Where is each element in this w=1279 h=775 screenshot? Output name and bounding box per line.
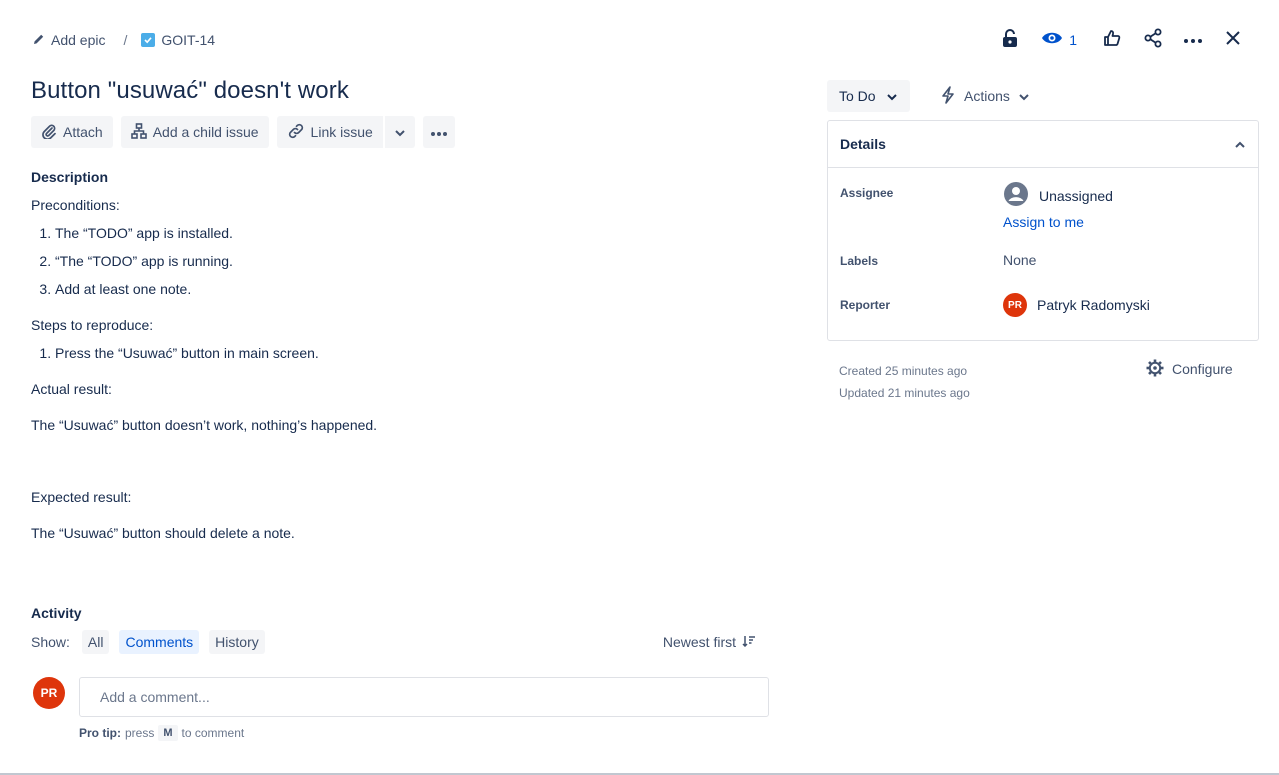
paperclip-icon <box>41 123 57 142</box>
watch-button[interactable]: 1 <box>1041 26 1077 54</box>
configure-label: Configure <box>1172 361 1233 377</box>
issue-timestamps: Created 25 minutes ago Updated 21 minute… <box>839 360 970 404</box>
task-checkbox-icon <box>141 33 156 47</box>
eye-icon <box>1041 30 1063 51</box>
chevron-down-icon <box>394 124 406 140</box>
add-epic-link[interactable]: Add epic <box>33 32 105 48</box>
issue-key-link[interactable]: GOIT-14 <box>141 32 215 48</box>
reporter-label: Reporter <box>840 298 891 312</box>
assignee-value[interactable]: Unassigned <box>1003 181 1113 210</box>
add-epic-label: Add epic <box>51 32 106 48</box>
chevron-up-icon <box>1234 136 1246 152</box>
share-icon <box>1143 28 1163 53</box>
list-item: Add at least one note. <box>55 279 771 299</box>
status-label: To Do <box>839 88 876 104</box>
details-header[interactable]: Details <box>828 121 1258 168</box>
gear-icon <box>1146 359 1164 380</box>
activity-filter-row: Show: All Comments History <box>31 630 265 654</box>
protip-press: press <box>125 726 155 740</box>
issue-key: GOIT-14 <box>161 32 216 48</box>
expected-result-label: Expected result: <box>31 489 132 505</box>
filter-all[interactable]: All <box>81 630 110 654</box>
steps-list: Press the “Usuwać” button in main screen… <box>31 343 771 363</box>
actions-label: Actions <box>964 88 1010 104</box>
steps-label: Steps to reproduce: <box>31 317 154 333</box>
attach-label: Attach <box>63 124 103 140</box>
toolbar-more-button[interactable] <box>422 116 455 148</box>
add-child-issue-button[interactable]: Add a child issue <box>120 116 269 148</box>
protip-key: M <box>158 725 178 741</box>
chevron-down-icon <box>886 88 898 104</box>
actions-dropdown[interactable]: Actions <box>930 80 1040 112</box>
assign-to-me-link[interactable]: Assign to me <box>1003 214 1084 230</box>
protip-label: Pro tip: <box>79 726 121 740</box>
watch-count: 1 <box>1069 32 1077 48</box>
labels-value[interactable]: None <box>1003 252 1036 268</box>
more-horizontal-icon <box>1183 31 1203 49</box>
close-button[interactable] <box>1225 26 1241 54</box>
activity-label: Activity <box>31 605 82 621</box>
hierarchy-icon <box>130 122 147 142</box>
close-icon <box>1225 30 1241 51</box>
pencil-icon <box>33 32 45 48</box>
thumbs-up-icon <box>1103 29 1121 52</box>
pro-tip: Pro tip: press M to comment <box>79 725 244 741</box>
filter-comments[interactable]: Comments <box>119 630 200 654</box>
description-body[interactable]: Preconditions: The “TODO” app is install… <box>31 195 771 543</box>
attach-button[interactable]: Attach <box>31 116 113 148</box>
lightning-icon <box>940 85 956 107</box>
vote-button[interactable] <box>1103 26 1121 54</box>
link-issue-split-button: Link issue <box>276 116 415 148</box>
description-section: Description Preconditions: The “TODO” ap… <box>31 169 771 543</box>
list-item: Press the “Usuwać” button in main screen… <box>55 343 771 363</box>
unlock-icon <box>1001 28 1019 53</box>
avatar: PR <box>1003 293 1027 317</box>
issue-header-actions: 1 <box>987 26 1241 54</box>
link-issue-label: Link issue <box>310 124 373 140</box>
configure-button[interactable]: Configure <box>1146 358 1233 380</box>
sort-label: Newest first <box>662 634 736 650</box>
actual-result-text: The “Usuwać” button doesn’t work, nothin… <box>31 417 378 433</box>
unassigned-avatar-icon <box>1003 181 1029 210</box>
preconditions-label: Preconditions: <box>31 197 120 213</box>
sort-newest-first-button[interactable]: Newest first <box>663 630 756 654</box>
description-label: Description <box>31 169 109 185</box>
show-label: Show: <box>31 634 70 650</box>
comment-input[interactable] <box>79 677 769 717</box>
status-dropdown[interactable]: To Do <box>827 80 910 112</box>
issue-toolbar: Attach Add a child issue Link issue <box>31 116 455 148</box>
avatar: PR <box>33 677 65 709</box>
actual-result-label: Actual result: <box>31 381 112 397</box>
breadcrumb-separator: / <box>123 32 128 48</box>
filter-history[interactable]: History <box>209 630 265 654</box>
comment-composer: PR <box>33 677 769 717</box>
assignee-label: Assignee <box>840 186 894 200</box>
link-icon <box>287 122 305 143</box>
reporter-name: Patryk Radomyski <box>1037 297 1150 313</box>
updated-timestamp: Updated 21 minutes ago <box>839 386 970 400</box>
reporter-value[interactable]: PR Patryk Radomyski <box>1003 293 1150 317</box>
expected-result-text: The “Usuwać” button should delete a note… <box>31 525 295 541</box>
details-panel: Details Assignee Unassigned Assign to me… <box>827 120 1259 341</box>
link-issue-dropdown-button[interactable] <box>384 116 415 148</box>
details-title: Details <box>840 136 886 152</box>
created-timestamp: Created 25 minutes ago <box>839 364 968 378</box>
breadcrumb: Add epic / GOIT-14 <box>33 29 215 51</box>
share-button[interactable] <box>1143 26 1163 54</box>
add-child-label: Add a child issue <box>152 124 259 140</box>
labels-label: Labels <box>840 254 879 268</box>
assignee-name: Unassigned <box>1039 187 1113 204</box>
link-issue-button[interactable]: Link issue <box>276 116 383 148</box>
more-actions-button[interactable] <box>1183 26 1203 54</box>
preconditions-list: The “TODO” app is installed. “The “TODO”… <box>31 223 771 299</box>
list-item: The “TODO” app is installed. <box>55 223 771 243</box>
sort-icon <box>742 634 756 650</box>
list-item: “The “TODO” app is running. <box>55 251 771 271</box>
chevron-down-icon <box>1018 88 1030 104</box>
protip-suffix: to comment <box>181 726 245 740</box>
lock-button[interactable] <box>1001 26 1019 54</box>
issue-title[interactable]: Button "usuwać" doesn't work <box>31 77 349 105</box>
more-horizontal-icon <box>430 124 448 140</box>
